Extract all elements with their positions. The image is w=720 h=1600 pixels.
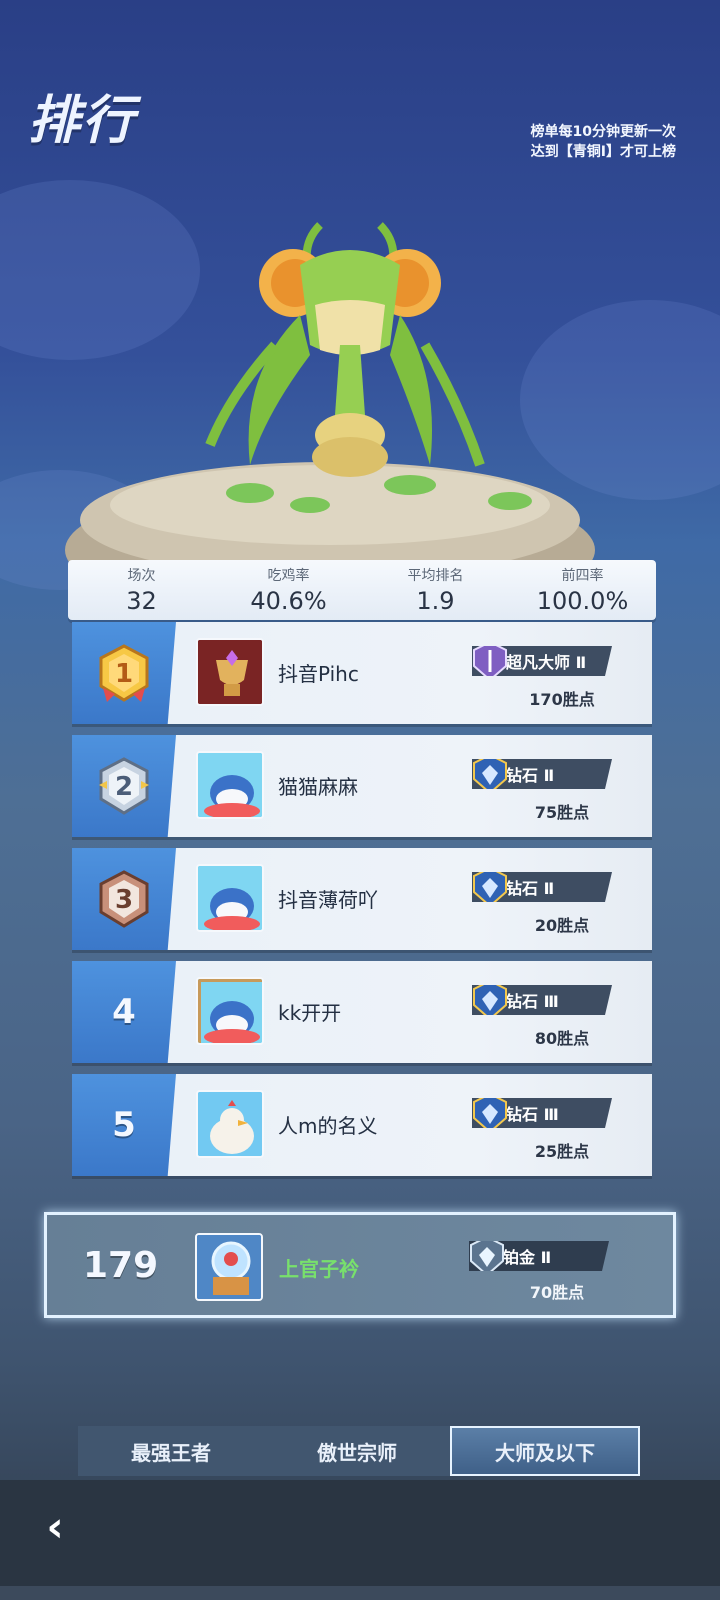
tier-label: 超凡大师 Ⅱ [506, 653, 587, 672]
tier-badge: 超凡大师 Ⅱ [472, 646, 612, 676]
tier-badge: 钻石 Ⅲ [472, 985, 612, 1015]
platinum-shield-icon [470, 1241, 504, 1271]
tab-strongest-king[interactable]: 最强王者 [78, 1426, 264, 1476]
rank-cell: 2 [72, 735, 176, 837]
silver-medal-icon: 2 [99, 757, 149, 815]
win-points: 20胜点 [534, 916, 590, 935]
shark-avatar-icon [198, 979, 262, 1043]
player-name: 猫猫麻麻 [278, 775, 358, 799]
stat-win-rate: 吃鸡率 40.6% [215, 565, 362, 615]
back-button[interactable]: ‹ [40, 1502, 70, 1551]
tier-badge: 钻石 Ⅱ [472, 759, 612, 789]
stat-label: 平均排名 [407, 568, 464, 584]
leaderboard-row[interactable]: 3 抖音薄荷吖 钻石 Ⅱ 20胜点 [72, 848, 652, 950]
diamond-shield-icon [473, 985, 507, 1015]
tier-tabs: 最强王者 傲世宗师 大师及以下 [78, 1426, 640, 1476]
gold-medal-icon: 1 [99, 644, 149, 702]
stat-top4-rate: 前四率 100.0% [509, 565, 656, 615]
player-avatar[interactable] [196, 864, 264, 932]
rank-2-text: 2 [115, 772, 133, 802]
tier-badge: 钻石 Ⅱ [472, 872, 612, 902]
rank-3-text: 3 [115, 885, 133, 915]
stats-bar: 场次 32 吃鸡率 40.6% 平均排名 1.9 前四率 100.0% [68, 560, 656, 620]
purple-crest-icon [473, 646, 507, 676]
win-points: 75胜点 [534, 803, 590, 822]
chicken-avatar-icon [198, 1092, 262, 1156]
current-player-avatar[interactable] [195, 1233, 263, 1301]
win-points: 25胜点 [534, 1142, 590, 1161]
requirement-note: 达到【青铜Ⅰ】才可上榜 [530, 144, 676, 160]
stat-label: 吃鸡率 [267, 568, 310, 584]
player-name: 人m的名义 [278, 1114, 378, 1138]
astronaut-avatar-icon [197, 1235, 261, 1299]
stat-value: 32 [126, 587, 157, 615]
player-avatar[interactable] [196, 1090, 264, 1158]
footer-bar [0, 1480, 720, 1600]
player-name: 抖音薄荷吖 [278, 888, 378, 912]
rank-cell: 4 [72, 961, 176, 1063]
rank-notes: 榜单每10分钟更新一次 达到【青铜Ⅰ】才可上榜 [531, 122, 676, 162]
rank-1-text: 1 [115, 659, 133, 689]
player-avatar[interactable] [196, 751, 264, 819]
current-player-rank: 179 [83, 1245, 159, 1286]
leaderboard-row[interactable]: 1 抖音Pihc 超凡大师 Ⅱ 170胜点 [72, 622, 652, 724]
bottom-strip [0, 1586, 720, 1600]
rank-cell: 1 [72, 622, 176, 724]
player-avatar[interactable] [196, 977, 264, 1045]
stat-label: 场次 [127, 568, 156, 584]
stat-matches: 场次 32 [68, 565, 215, 615]
tier-label: 铂金 Ⅱ [503, 1248, 552, 1267]
win-points: 70胜点 [529, 1283, 585, 1302]
leaderboard-row[interactable]: 4 kk开开 钻石 Ⅲ 80胜点 [72, 961, 652, 1063]
tier-label: 钻石 Ⅱ [506, 879, 555, 898]
tier-label: 钻石 Ⅲ [506, 1105, 559, 1124]
stat-label: 前四率 [561, 568, 604, 584]
diamond-shield-icon [473, 872, 507, 902]
chevron-left-icon: ‹ [46, 1501, 64, 1551]
stat-average-rank: 平均排名 1.9 [362, 565, 509, 615]
diamond-shield-icon [473, 1098, 507, 1128]
leaderboard-screen: 排行 榜单每10分钟更新一次 达到【青铜Ⅰ】才可上榜 场次 32 吃鸡率 40.… [0, 0, 720, 1600]
rank-number: 4 [112, 992, 136, 1032]
leaderboard-row[interactable]: 5 人m的名义 钻石 Ⅲ 25胜点 [72, 1074, 652, 1176]
current-player-row[interactable]: 179 上官子衿 铂金 Ⅱ 70胜点 [44, 1212, 676, 1318]
tier-label: 钻石 Ⅲ [506, 992, 559, 1011]
stat-value: 40.6% [250, 587, 327, 615]
shark-avatar-icon [198, 866, 262, 930]
stat-value: 1.9 [416, 587, 455, 615]
win-points: 170胜点 [529, 690, 595, 709]
tier-badge: 铂金 Ⅱ [469, 1241, 609, 1271]
stat-value: 100.0% [536, 587, 629, 615]
rank-cell: 5 [72, 1074, 176, 1176]
tier-label: 钻石 Ⅱ [506, 766, 555, 785]
bronze-medal-icon: 3 [99, 870, 149, 928]
leaderboard-row[interactable]: 2 猫猫麻麻 钻石 Ⅱ 75胜点 [72, 735, 652, 837]
shark-avatar-icon [198, 753, 262, 817]
current-player-name: 上官子衿 [279, 1257, 359, 1281]
update-note: 榜单每10分钟更新一次 [530, 124, 676, 140]
tab-proud-grandmaster[interactable]: 傲世宗师 [264, 1426, 450, 1476]
rank-cell: 3 [72, 848, 176, 950]
tier-badge: 钻石 Ⅲ [472, 1098, 612, 1128]
rank-number: 5 [112, 1105, 136, 1145]
player-name: 抖音Pihc [278, 662, 359, 686]
tab-master-and-below[interactable]: 大师及以下 [450, 1426, 640, 1476]
diamond-shield-icon [473, 759, 507, 789]
win-points: 80胜点 [534, 1029, 590, 1048]
player-avatar[interactable] [196, 638, 264, 706]
trophy-avatar-icon [198, 640, 262, 704]
player-name: kk开开 [278, 1001, 342, 1025]
page-title: 排行 [28, 91, 137, 151]
